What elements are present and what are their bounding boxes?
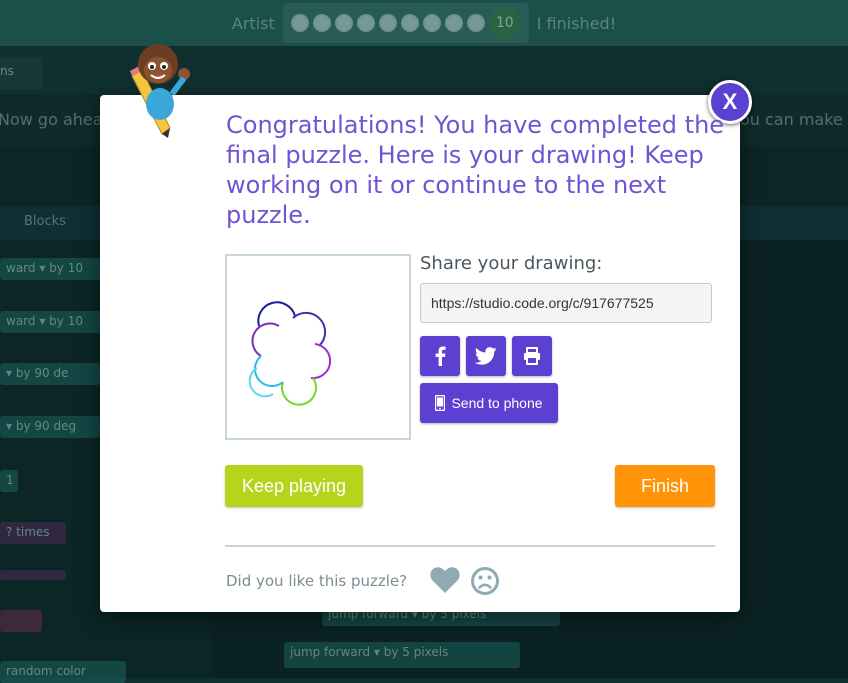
facebook-share-button[interactable] — [420, 336, 460, 376]
finish-button[interactable]: Finish — [615, 465, 715, 507]
share-title: Share your drawing: — [420, 253, 603, 274]
phone-icon — [435, 395, 446, 411]
send-to-phone-label: Send to phone — [451, 395, 543, 411]
dialog-headline: Congratulations! You have completed the … — [226, 111, 725, 229]
heart-icon[interactable] — [430, 566, 460, 594]
flower-drawing — [248, 301, 332, 406]
divider — [225, 545, 715, 547]
artist-avatar — [122, 40, 202, 140]
twitter-icon — [475, 347, 497, 365]
share-url-field[interactable]: https://studio.code.org/c/917677525 — [420, 283, 712, 323]
print-button[interactable] — [512, 336, 552, 376]
drawing-preview — [225, 254, 411, 440]
print-icon — [524, 347, 540, 365]
facebook-icon — [435, 346, 446, 366]
frown-icon[interactable] — [470, 566, 500, 596]
send-to-phone-button[interactable]: Send to phone — [420, 383, 558, 423]
keep-playing-button[interactable]: Keep playing — [225, 465, 363, 507]
twitter-share-button[interactable] — [466, 336, 506, 376]
feedback-question: Did you like this puzzle? — [226, 572, 408, 590]
